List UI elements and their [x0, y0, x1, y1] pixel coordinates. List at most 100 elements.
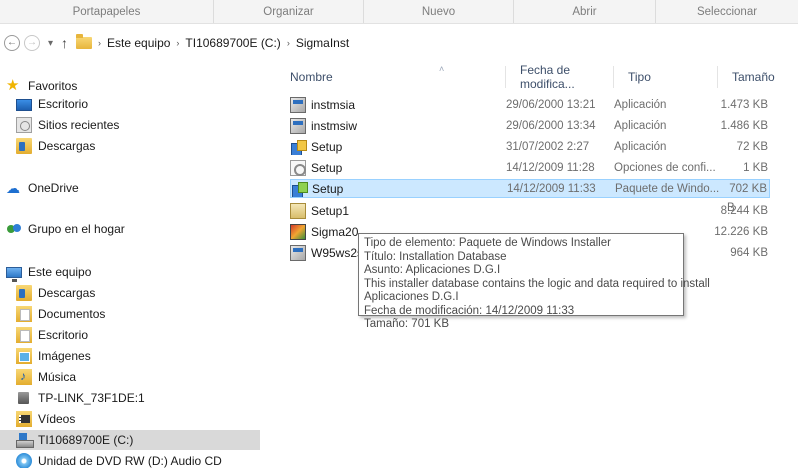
sidebar-item-onedrive[interactable]: ☁ OneDrive — [6, 178, 79, 198]
recent-locations-button[interactable]: ▾ — [48, 38, 53, 49]
sidebar-item-label: Imágenes — [38, 349, 91, 363]
tooltip-size: Tamaño: 701 KB — [364, 318, 450, 330]
file-date: 29/06/2000 13:34 — [506, 119, 596, 132]
column-header-type[interactable]: Tipo — [614, 66, 718, 88]
sidebar-item-escritorio-pc[interactable]: Escritorio — [16, 325, 88, 345]
tooltip-item-type: Tipo de elemento: Paquete de Windows Ins… — [364, 237, 611, 249]
column-header-label: Nombre — [290, 70, 333, 84]
file-type: Paquete de Windo... — [615, 182, 720, 195]
file-date: 31/07/2002 2:27 — [506, 140, 590, 153]
sidebar-item-label: Unidad de DVD RW (D:) Audio CD — [38, 454, 222, 468]
file-name: Setup1 — [311, 203, 350, 218]
sidebar-item-label: OneDrive — [28, 181, 79, 195]
file-size: 12.226 KB — [714, 225, 768, 238]
videos-icon — [16, 411, 32, 427]
up-button[interactable]: ↑ — [61, 35, 68, 51]
file-date: 14/12/2009 11:28 — [506, 161, 595, 174]
sidebar-item-drive-c[interactable]: TI10689700E (C:) — [0, 430, 260, 450]
sidebar-item-dvd-drive[interactable]: Unidad de DVD RW (D:) Audio CD — [16, 451, 222, 468]
recent-places-icon — [16, 117, 32, 133]
music-icon — [16, 369, 32, 385]
file-name: Setup — [311, 160, 343, 175]
table-row[interactable]: instmsia 29/06/2000 13:21 Aplicación 1.4… — [290, 95, 770, 114]
tooltip-subject: Asunto: Aplicaciones D.G.I — [364, 264, 501, 276]
file-date: 29/06/2000 13:21 — [506, 98, 596, 111]
column-header-date[interactable]: Fecha de modifica... — [506, 63, 614, 91]
sidebar-item-videos[interactable]: Vídeos — [16, 409, 75, 429]
forward-button[interactable]: → — [24, 35, 40, 51]
ribbon-group-select: Seleccionar — [696, 6, 758, 18]
file-type: Aplicación — [614, 140, 667, 153]
navigation-bar: ← → ▾ ↑ › Este equipo › TI10689700E (C:)… — [0, 28, 798, 58]
table-row[interactable]: Setup1 8.244 KB — [290, 201, 770, 220]
sidebar-item-descargas[interactable]: Descargas — [16, 136, 95, 156]
sidebar-item-escritorio[interactable]: Escritorio — [16, 94, 88, 114]
column-header-size[interactable]: Tamaño — [718, 66, 798, 88]
application-icon — [290, 117, 306, 134]
sidebar-item-label: Descargas — [38, 139, 96, 153]
computer-icon — [6, 267, 22, 282]
file-name: Setup — [312, 181, 344, 196]
sidebar-item-tp-link[interactable]: TP-LINK_73F1DE:1 — [16, 388, 145, 408]
ribbon-group-clipboard: Portapapeles — [0, 0, 214, 23]
file-name: Setup — [311, 139, 343, 154]
column-header-name[interactable]: ˄ Nombre — [276, 64, 506, 88]
partial-type-text: B — [727, 202, 735, 214]
config-settings-icon — [290, 159, 306, 176]
chevron-right-icon[interactable]: › — [98, 38, 101, 48]
ribbon-group-new: Nuevo — [364, 0, 514, 23]
sidebar-item-label: TI10689700E (C:) — [38, 433, 134, 447]
sidebar-item-musica[interactable]: Música — [16, 367, 76, 387]
file-size: 1 KB — [743, 161, 768, 174]
sidebar-item-este-equipo[interactable]: Este equipo — [6, 262, 91, 282]
file-size: 72 KB — [736, 140, 768, 153]
file-type: Opciones de confi... — [614, 161, 716, 174]
sidebar-item-label: Descargas — [38, 286, 96, 300]
breadcrumb-sigmainst[interactable]: SigmaInst — [296, 36, 349, 50]
sidebar-item-imagenes[interactable]: Imágenes — [16, 346, 91, 366]
file-name: instmsia — [311, 97, 356, 112]
sidebar-item-label: Documentos — [38, 307, 106, 321]
sidebar-item-label: Música — [38, 370, 77, 384]
drive-icon — [16, 432, 34, 448]
sidebar-item-label: Sitios recientes — [38, 118, 120, 132]
sidebar-item-descargas-pc[interactable]: Descargas — [16, 283, 95, 303]
table-row[interactable]: Setup 14/12/2009 11:28 Opciones de confi… — [290, 158, 770, 177]
chevron-right-icon[interactable]: › — [176, 38, 179, 48]
tooltip-date-modified: Fecha de modificación: 14/12/2009 11:33 — [364, 304, 575, 317]
dvd-icon — [16, 453, 32, 468]
ribbon-group-open: Abrir — [514, 0, 656, 23]
table-row[interactable]: Setup 31/07/2002 2:27 Aplicación 72 KB — [290, 137, 770, 156]
table-row[interactable]: instmsiw 29/06/2000 13:34 Aplicación 1.4… — [290, 116, 770, 135]
sidebar-item-label: Grupo en el hogar — [28, 222, 125, 236]
file-size: 1.486 KB — [720, 119, 768, 132]
table-row-selected[interactable]: Setup 14/12/2009 11:33 Paquete de Windo.… — [290, 179, 770, 198]
sidebar-item-sitios-recientes[interactable]: Sitios recientes — [16, 115, 119, 135]
application-icon — [290, 96, 306, 113]
star-icon: ★ — [6, 77, 20, 94]
downloads-icon — [16, 285, 32, 301]
breadcrumb-drive-c[interactable]: TI10689700E (C:) — [185, 36, 280, 50]
sigma-app-icon — [290, 223, 306, 240]
sidebar-item-label: Vídeos — [38, 412, 76, 426]
file-date: 14/12/2009 11:33 — [507, 182, 596, 195]
chevron-right-icon[interactable]: › — [287, 38, 290, 48]
network-device-icon — [16, 390, 32, 406]
sidebar-item-grupo-en-el-hogar[interactable]: Grupo en el hogar — [6, 219, 125, 239]
desktop-icon — [16, 99, 32, 111]
address-bar[interactable]: › Este equipo › TI10689700E (C:) › Sigma… — [76, 32, 349, 54]
msi-package-icon — [291, 181, 308, 197]
sidebar-item-favoritos[interactable]: ★ Favoritos — [6, 76, 77, 96]
sidebar-item-documentos[interactable]: Documentos — [16, 304, 105, 324]
column-header-label: Tamaño — [732, 70, 775, 84]
column-header-label: Tipo — [628, 70, 651, 84]
onedrive-icon: ☁ — [6, 180, 20, 196]
folder-icon — [76, 34, 93, 49]
back-button[interactable]: ← — [4, 35, 20, 51]
setup-exe-icon — [290, 139, 307, 155]
sort-ascending-icon: ˄ — [439, 64, 445, 74]
column-header-label: Fecha de modifica... — [520, 63, 575, 91]
breadcrumb-this-pc[interactable]: Este equipo — [107, 36, 170, 50]
file-name: instmsiw — [311, 118, 358, 133]
file-info-tooltip: Tipo de elemento: Paquete de Windows Ins… — [358, 233, 710, 330]
